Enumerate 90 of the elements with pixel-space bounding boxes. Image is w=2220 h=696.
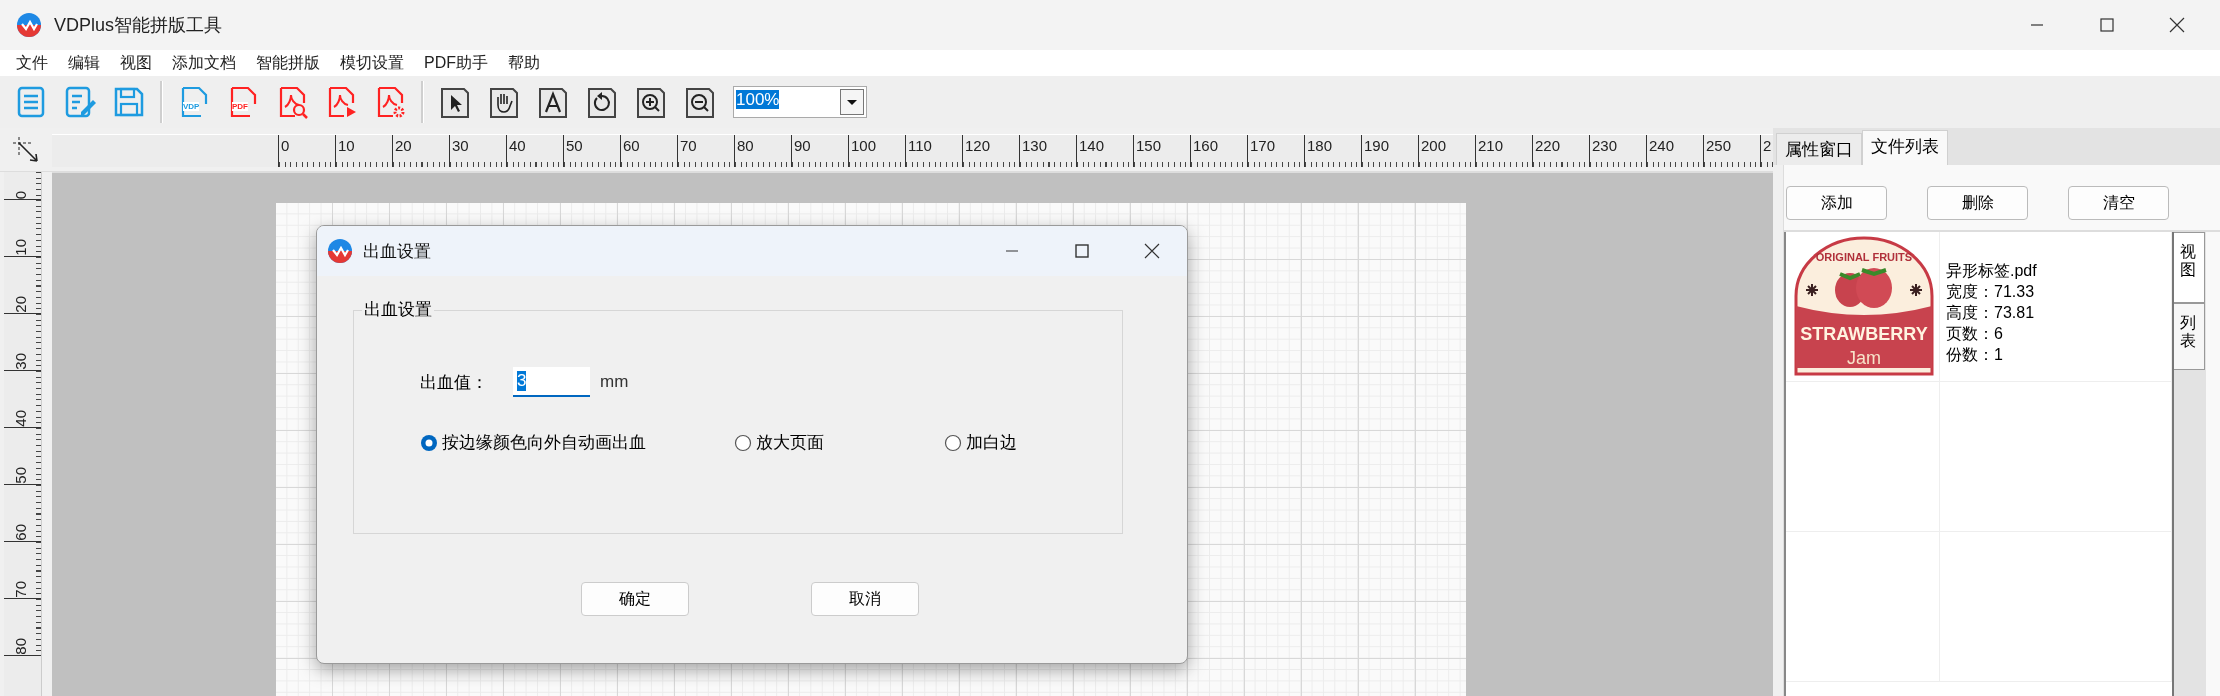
menu-item[interactable]: 文件 (6, 52, 58, 74)
ruler-label: 70 (680, 137, 697, 154)
ruler-label: 40 (12, 410, 29, 427)
ruler-label: 240 (1649, 137, 1675, 154)
delete-button[interactable]: 删除 (1927, 186, 2028, 220)
rotate-icon[interactable] (585, 85, 619, 119)
ok-button[interactable]: 确定 (581, 582, 689, 616)
ruler-label: 220 (1535, 137, 1561, 154)
artwork-text: ORIGINAL FRUITS (1815, 251, 1913, 263)
ruler-label: 170 (1250, 137, 1276, 154)
save-icon[interactable] (112, 85, 146, 119)
bleed-input[interactable]: 3 (513, 367, 590, 397)
ruler-label: 10 (12, 239, 29, 256)
text-tool-icon[interactable] (536, 85, 570, 119)
ruler-label: 60 (623, 137, 640, 154)
ruler-label: 250 (1706, 137, 1732, 154)
ruler-label: 10 (338, 137, 355, 154)
artwork-text: Jam (1847, 348, 1881, 368)
hand-icon[interactable] (487, 85, 521, 119)
ruler-label: 2 (1763, 137, 1772, 154)
side-tab[interactable]: 列表 (2174, 303, 2205, 371)
asterisk-icon (1909, 283, 1923, 297)
file-detail: 宽度：71.33 (1946, 282, 2036, 302)
add-button[interactable]: 添加 (1786, 186, 1887, 220)
ruler-label: 120 (965, 137, 991, 154)
maximize-icon[interactable] (2098, 17, 2116, 33)
ruler-label: 210 (1478, 137, 1504, 154)
ruler-label: 80 (12, 638, 29, 655)
radio-button[interactable] (944, 433, 962, 452)
strawberry-icon (1835, 268, 1892, 308)
ruler-label: 230 (1592, 137, 1618, 154)
app-logo-icon (327, 238, 353, 264)
ruler-label: 50 (12, 467, 29, 484)
menu-item[interactable]: 智能拼版 (246, 52, 330, 74)
file-detail: 页数：6 (1946, 324, 2004, 344)
pointer-icon[interactable] (438, 85, 472, 119)
side-tab[interactable]: 视图 (2174, 232, 2205, 304)
clear-button[interactable]: 清空 (2068, 186, 2169, 220)
ruler-label: 70 (12, 581, 29, 598)
file-detail: 高度：73.81 (1946, 303, 2036, 323)
radio-label[interactable]: 放大页面 (756, 431, 824, 454)
ruler-label: 90 (794, 137, 811, 154)
menu-item[interactable]: 模切设置 (330, 52, 414, 74)
cancel-button[interactable]: 取消 (811, 582, 919, 616)
file-name: 异形标签.pdf (1946, 261, 2038, 281)
maximize-icon[interactable] (1073, 243, 1091, 259)
ruler-label: 100 (851, 137, 877, 154)
asterisk-icon (1805, 283, 1819, 297)
zoom-in-icon[interactable] (634, 85, 668, 119)
window-title: VDPlus智能拼版工具 (54, 14, 223, 37)
file-detail: 份数：1 (1946, 345, 2004, 365)
zoom-out-icon[interactable] (683, 85, 717, 119)
edit-icon[interactable] (63, 85, 97, 119)
close-icon[interactable] (2168, 17, 2186, 33)
radio-label[interactable]: 加白边 (966, 431, 1017, 454)
ruler-label: 180 (1307, 137, 1333, 154)
ruler-label: 20 (12, 296, 29, 313)
menu-item[interactable]: 帮助 (498, 52, 550, 74)
menu-item[interactable]: PDF助手 (414, 52, 498, 74)
ruler-label: 30 (12, 353, 29, 370)
menu-item[interactable]: 添加文档 (162, 52, 246, 74)
field-label: 出血值： (420, 371, 488, 394)
close-icon[interactable] (1143, 243, 1161, 259)
ruler-label: 20 (395, 137, 412, 154)
ruler-label: 80 (737, 137, 754, 154)
ruler-label: 40 (509, 137, 526, 154)
ruler-label: 60 (12, 524, 29, 541)
panel-tab[interactable]: 属性窗口 (1776, 133, 1862, 165)
ruler-label: 30 (452, 137, 469, 154)
radio-label[interactable]: 按边缘颜色向外自动画出血 (442, 431, 646, 454)
ruler-label: 200 (1421, 137, 1447, 154)
radio-button[interactable] (734, 433, 752, 452)
ruler-label: 190 (1364, 137, 1390, 154)
radio-button[interactable] (420, 433, 438, 452)
ruler-label: 0 (281, 137, 290, 154)
ruler-label: 140 (1079, 137, 1105, 154)
app-logo-icon (16, 12, 42, 38)
ruler-origin-icon[interactable] (11, 134, 41, 165)
ruler-label: 160 (1193, 137, 1219, 154)
panel-tab[interactable]: 文件列表 (1862, 130, 1948, 165)
ruler-label: 0 (12, 190, 29, 199)
dialog-title: 出血设置 (363, 240, 431, 263)
ruler-label: 150 (1136, 137, 1162, 154)
unit-label: mm (600, 372, 629, 392)
ruler-label: 50 (566, 137, 583, 154)
menu-item[interactable]: 编辑 (58, 52, 110, 74)
ruler-label: 110 (908, 137, 932, 154)
ruler-label: 130 (1022, 137, 1048, 154)
artwork-text: STRAWBERRY (1800, 324, 1928, 344)
menu-item[interactable]: 视图 (110, 52, 162, 74)
